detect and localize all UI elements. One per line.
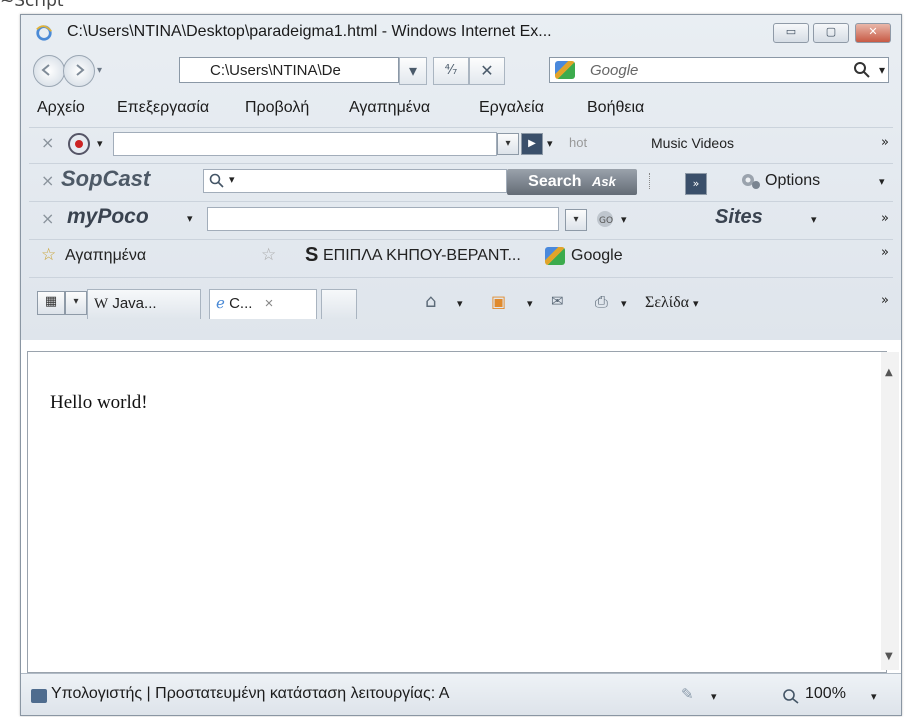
menu-help[interactable]: Βοήθεια: [587, 99, 644, 117]
minimize-button[interactable]: ▭: [773, 23, 809, 43]
sopcast-search-input[interactable]: [203, 169, 507, 193]
favorite-link-google[interactable]: Google: [571, 247, 623, 265]
home-icon[interactable]: ⌂: [425, 291, 436, 312]
tab-current[interactable]: ℯ C... ×: [209, 289, 317, 319]
tab-list-icon[interactable]: ▾: [65, 291, 87, 315]
mail-icon[interactable]: ✉: [551, 292, 564, 310]
favorites-star-icon[interactable]: ☆: [41, 245, 56, 265]
music-videos-link[interactable]: Music Videos: [651, 135, 734, 151]
print-dropdown-icon[interactable]: ▾: [621, 297, 627, 310]
tab-current-label: C...: [229, 295, 253, 312]
mypoco-logo: myPoco: [67, 205, 149, 228]
stop-button[interactable]: ✕: [469, 57, 505, 85]
forward-arrow-icon: [76, 64, 85, 76]
options-button[interactable]: Options: [765, 172, 820, 190]
print-icon[interactable]: ⎙: [595, 292, 608, 312]
add-favorite-icon[interactable]: ☆: [261, 245, 276, 265]
zoom-dropdown-icon[interactable]: ▾: [871, 690, 877, 703]
menu-favorites[interactable]: Αγαπημένα: [349, 99, 430, 117]
favorites-more[interactable]: »: [881, 245, 889, 260]
toolbar1-close[interactable]: ×: [41, 133, 54, 152]
ask-logo: Ask: [591, 174, 616, 189]
options-dropdown-icon[interactable]: ▾: [879, 175, 885, 188]
tab-java[interactable]: W Java...: [87, 289, 201, 319]
scroll-up-icon[interactable]: ▲: [885, 367, 893, 378]
status-zone-text: Υπολογιστής | Προστατευμένη κατάσταση λε…: [51, 685, 450, 702]
favorite-link-epipla[interactable]: ΕΠΙΠΛΑ ΚΗΠΟΥ-ΒΕΡΑΝΤ...: [323, 247, 521, 265]
menu-file[interactable]: Αρχείο: [37, 99, 85, 117]
toolbar1-more[interactable]: »: [881, 135, 889, 150]
wikipedia-icon: W: [94, 296, 109, 312]
title-bar: C:\Users\NTINA\Desktop\paradeigma1.html …: [21, 15, 901, 49]
sopcast-search-button[interactable]: Search Ask: [507, 169, 637, 195]
home-dropdown-icon[interactable]: ▾: [457, 297, 463, 310]
toolbar3-close[interactable]: ×: [41, 209, 54, 228]
computer-zone-icon: [31, 689, 47, 703]
separator: [649, 173, 658, 189]
go-icon[interactable]: GO: [595, 209, 615, 229]
toolbar3-more[interactable]: »: [881, 211, 889, 226]
toolbar2-close[interactable]: ×: [41, 171, 54, 190]
play-dropdown-icon[interactable]: ▾: [547, 137, 553, 150]
page-content: Hello world!: [27, 351, 887, 673]
radio-icon[interactable]: [67, 132, 91, 156]
options-gear-icon: [742, 174, 760, 189]
back-arrow-icon: [41, 64, 50, 76]
radio-dropdown-icon[interactable]: ▾: [97, 137, 103, 150]
sites-button[interactable]: Sites: [715, 206, 763, 229]
security-dropdown-icon[interactable]: ▾: [711, 690, 717, 703]
search-icon[interactable]: [853, 61, 871, 79]
sopcast-more-icon[interactable]: »: [685, 173, 707, 195]
close-window-button[interactable]: ✕: [855, 23, 891, 43]
sites-dropdown-icon[interactable]: ▾: [811, 213, 817, 226]
sopcast-search-dropdown-icon[interactable]: ▾: [229, 173, 235, 186]
feeds-dropdown-icon[interactable]: ▾: [527, 297, 533, 310]
mypoco-input[interactable]: [207, 207, 559, 231]
search-button-label: Search: [528, 173, 582, 190]
zoom-level[interactable]: 100%: [805, 685, 846, 703]
sopcast-logo: SopCast: [61, 166, 151, 191]
mypoco-input-dropdown[interactable]: ▾: [565, 209, 587, 231]
google-favorite-icon: [545, 247, 565, 265]
toolbar1-dropdown[interactable]: ▾: [497, 133, 519, 155]
address-bar[interactable]: C:\Users\NTINA\De: [179, 57, 399, 83]
hello-text: Hello world!: [50, 392, 148, 413]
tab-ie-icon: ℯ: [216, 295, 225, 312]
menu-edit[interactable]: Επεξεργασία: [117, 99, 209, 117]
command-bar-more[interactable]: »: [881, 293, 889, 308]
address-dropdown-button[interactable]: ▾: [399, 57, 427, 85]
page-menu-button[interactable]: Σελίδα ▾: [645, 294, 699, 312]
history-dropdown-icon[interactable]: ▾: [97, 65, 102, 76]
quick-tabs-icon[interactable]: ▦: [37, 291, 65, 315]
window-title: C:\Users\NTINA\Desktop\paradeigma1.html …: [67, 23, 552, 40]
zoom-icon: [783, 689, 799, 704]
new-tab-button[interactable]: [321, 289, 357, 319]
mypoco-dropdown-icon[interactable]: ▾: [187, 212, 193, 225]
play-icon[interactable]: ▶: [521, 133, 543, 155]
s-site-icon: S: [305, 244, 319, 266]
browser-window: C:\Users\NTINA\Desktop\paradeigma1.html …: [20, 14, 902, 716]
search-input[interactable]: Google: [549, 57, 889, 83]
cropped-caption: ~Script: [0, 0, 64, 11]
tab-close-icon[interactable]: ×: [265, 295, 274, 312]
menu-view[interactable]: Προβολή: [245, 99, 309, 117]
page-menu-label: Σελίδα: [645, 294, 690, 311]
sopcast-search-icon: [209, 173, 224, 188]
security-icon[interactable]: ✎: [681, 685, 694, 703]
favorites-button[interactable]: Αγαπημένα: [65, 247, 146, 265]
refresh-button[interactable]: ⁴⁄₇: [433, 57, 469, 85]
vertical-scrollbar[interactable]: [881, 352, 899, 670]
google-icon: [555, 61, 575, 79]
toolbar1-input[interactable]: [113, 132, 497, 156]
tab-java-label: Java...: [112, 295, 157, 312]
scroll-down-icon[interactable]: ▼: [885, 651, 893, 662]
hot-icon: hot: [569, 135, 588, 150]
feeds-icon[interactable]: ▣: [491, 292, 506, 311]
svg-text:GO: GO: [599, 216, 613, 226]
maximize-button[interactable]: ▢: [813, 23, 849, 43]
ie-logo-icon: [36, 25, 52, 41]
menu-tools[interactable]: Εργαλεία: [479, 99, 544, 117]
search-options-icon[interactable]: ▾: [879, 63, 885, 77]
go-dropdown-icon[interactable]: ▾: [621, 213, 627, 226]
